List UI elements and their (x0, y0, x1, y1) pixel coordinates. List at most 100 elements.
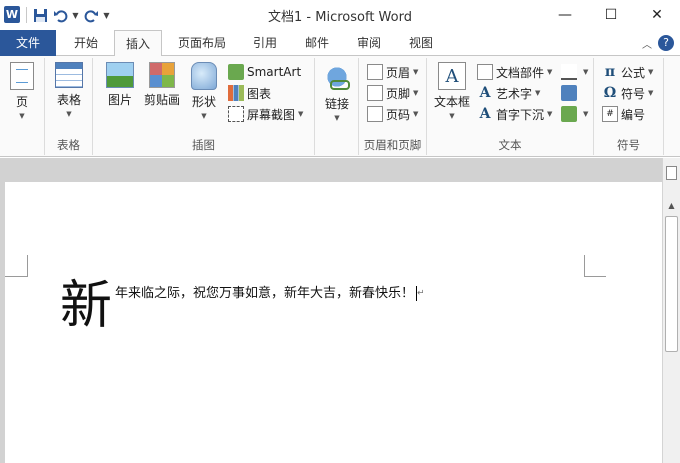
tabrow-right-controls: ︿ ? (642, 35, 674, 51)
paragraph-mark: ↵ (417, 288, 425, 299)
ruler-area (0, 158, 680, 182)
chart-label: 图表 (247, 86, 272, 101)
shapes-button[interactable]: 形状 ▼ (188, 62, 220, 120)
textbox-button[interactable]: A 文本框 ▼ (432, 62, 472, 120)
links-button[interactable]: 链接 ▼ (321, 62, 353, 122)
footer-button[interactable]: 页脚 ▼ (367, 83, 418, 103)
group-tables: 表格 ▼ 表格 (45, 58, 93, 155)
chart-icon (228, 85, 244, 101)
symbol-label: 符号 (621, 86, 646, 101)
datetime-button[interactable] (561, 83, 580, 103)
signature-line-button[interactable]: ▼ (561, 62, 588, 82)
ribbon-collapse-icon[interactable]: ︿ (642, 36, 652, 51)
smartart-icon (228, 64, 244, 80)
header-button[interactable]: 页眉 ▼ (367, 62, 418, 82)
chevron-down-icon: ▼ (547, 68, 553, 76)
screenshot-button[interactable]: 屏幕截图 ▼ (228, 104, 303, 124)
chevron-down-icon: ▼ (535, 89, 541, 97)
numbering-label: 编号 (621, 107, 646, 122)
smartart-label: SmartArt (247, 65, 302, 79)
chevron-down-icon: ▼ (583, 68, 589, 76)
margin-corner-top-right (584, 255, 606, 277)
tab-view[interactable]: 视图 (400, 30, 442, 56)
wordart-button[interactable]: A 艺术字 ▼ (477, 83, 541, 103)
object-icon (561, 106, 577, 122)
footer-icon (367, 85, 383, 101)
link-globe-icon (322, 62, 352, 92)
tab-home[interactable]: 开始 (64, 30, 108, 56)
group-label-header-footer: 页眉和页脚 (363, 138, 422, 152)
chevron-down-icon: ▼ (413, 89, 419, 97)
numbering-button[interactable]: # 编号 (602, 104, 645, 124)
datetime-icon (561, 85, 577, 101)
chart-button[interactable]: 图表 (228, 83, 271, 103)
quickparts-label: 文档部件 (496, 65, 545, 80)
chevron-down-icon: ▼ (583, 110, 589, 118)
smartart-button[interactable]: SmartArt (228, 62, 301, 82)
ribbon-tab-row: 文件 开始 插入 页面布局 引用 邮件 审阅 视图 ︿ ? (0, 30, 680, 57)
maximize-icon[interactable]: ☐ (588, 0, 634, 30)
tab-file[interactable]: 文件 (0, 30, 56, 56)
split-box-icon[interactable] (666, 166, 677, 180)
clipart-icon (149, 62, 175, 88)
tab-review[interactable]: 审阅 (348, 30, 390, 56)
vertical-scrollbar[interactable]: ▲ (662, 158, 680, 463)
tab-references[interactable]: 引用 (244, 30, 286, 56)
chevron-down-icon: ▼ (201, 112, 207, 120)
shapes-button-label: 形状 (191, 95, 216, 109)
scroll-thumb[interactable] (665, 216, 678, 352)
scroll-up-icon[interactable]: ▲ (663, 198, 680, 214)
quickparts-icon (477, 64, 493, 80)
help-icon[interactable]: ? (658, 35, 674, 51)
table-button[interactable]: 表格 ▼ (53, 62, 85, 118)
equation-label: 公式 (621, 65, 646, 80)
textbox-label: 文本框 (433, 95, 470, 109)
numbering-icon: # (602, 106, 618, 122)
wordart-label: 艺术字 (496, 86, 533, 101)
shapes-icon (191, 62, 217, 90)
chevron-down-icon: ▼ (19, 112, 25, 120)
chevron-down-icon: ▼ (648, 89, 654, 97)
minimize-icon[interactable]: — (542, 0, 588, 30)
chevron-down-icon: ▼ (547, 110, 553, 118)
group-text: A 文本框 ▼ 文档部件 ▼ A 艺术字 ▼ A 首字下沉 ▼ ▼ ▼ 文本 (427, 58, 594, 155)
textbox-icon: A (438, 62, 466, 90)
symbol-button[interactable]: Ω 符号 ▼ (602, 83, 654, 103)
chevron-down-icon: ▼ (334, 114, 340, 122)
equation-button[interactable]: π 公式 ▼ (602, 62, 654, 82)
object-button[interactable]: ▼ (561, 104, 588, 124)
chevron-down-icon: ▼ (449, 112, 455, 120)
quickparts-button[interactable]: 文档部件 ▼ (477, 62, 552, 82)
page-icon (10, 62, 34, 90)
window-controls: — ☐ ✕ (542, 0, 680, 30)
group-links: 链接 ▼ (315, 58, 359, 155)
document-body-line[interactable]: 年来临之际，祝您万事如意，新年大吉，新春快乐！ ↵ (115, 282, 425, 301)
margin-corner-top-left (5, 255, 28, 277)
footer-label: 页脚 (386, 86, 411, 101)
group-label-tables: 表格 (57, 138, 80, 152)
tab-insert[interactable]: 插入 (114, 30, 162, 57)
group-illustrations: 图片 剪贴画 形状 ▼ SmartArt 图表 屏幕截图 ▼ 插图 (93, 58, 315, 155)
clipart-button[interactable]: 剪贴画 (143, 62, 181, 108)
pages-button[interactable]: 页 ▼ (7, 62, 37, 120)
picture-button[interactable]: 图片 (103, 62, 137, 108)
tab-page-layout[interactable]: 页面布局 (170, 30, 234, 56)
screenshot-label: 屏幕截图 (247, 107, 296, 122)
group-symbols: π 公式 ▼ Ω 符号 ▼ # 编号 符号 (594, 58, 664, 155)
chevron-down-icon: ▼ (298, 110, 304, 118)
close-icon[interactable]: ✕ (634, 0, 680, 30)
page-number-icon (367, 106, 383, 122)
document-body-text: 年来临之际，祝您万事如意，新年大吉，新春快乐！ (115, 286, 415, 301)
table-button-label: 表格 (56, 93, 81, 107)
signature-line-icon (561, 64, 577, 80)
header-icon (367, 64, 383, 80)
dropcap-label: 首字下沉 (496, 107, 545, 122)
title-bar: W ▼ ▼ 文档1 - Microsoft Word — ☐ ✕ (0, 0, 680, 30)
screenshot-icon (228, 106, 244, 122)
group-pages: 页 ▼ (0, 58, 45, 155)
table-icon (55, 62, 83, 88)
dropcap-character[interactable]: 新 (60, 276, 112, 336)
page-number-button[interactable]: 页码 ▼ (367, 104, 418, 124)
tab-mailings[interactable]: 邮件 (296, 30, 338, 56)
dropcap-button[interactable]: A 首字下沉 ▼ (477, 104, 553, 124)
